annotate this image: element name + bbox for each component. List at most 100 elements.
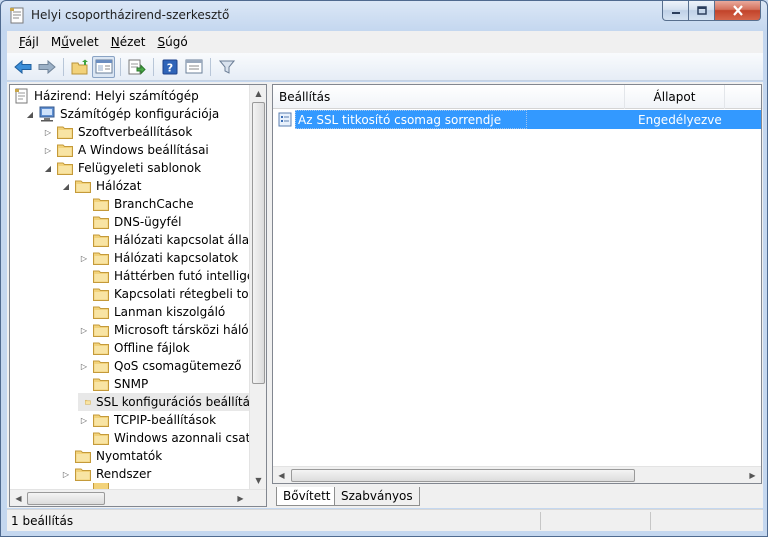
show-hide-tree-button[interactable] — [92, 55, 115, 78]
properties-pane-button[interactable] — [182, 56, 205, 78]
folder-icon — [93, 252, 109, 265]
scrollbar-thumb[interactable] — [27, 492, 105, 505]
back-button[interactable] — [11, 56, 34, 78]
tab-standard[interactable]: Szabványos — [334, 487, 420, 506]
expanded-arrow-icon[interactable]: ◢ — [42, 159, 54, 177]
tree-horizontal-scrollbar[interactable]: ◀ ▶ — [10, 489, 266, 506]
scroll-up-arrow-icon[interactable]: ▲ — [250, 85, 266, 102]
up-folder-icon — [71, 59, 88, 74]
folder-icon — [93, 378, 109, 391]
collapsed-arrow-icon[interactable]: ▷ — [60, 465, 72, 483]
tree-item-policy-root[interactable]: Házirend: Helyi számítógép — [12, 87, 199, 105]
list-horizontal-scrollbar[interactable]: ◀ ▶ — [273, 466, 761, 483]
folder-icon — [93, 324, 109, 337]
list-row[interactable]: Az SSL titkosító csomag sorrendje Engedé… — [273, 110, 761, 129]
tree-item-printers[interactable]: Nyomtatók — [60, 447, 162, 465]
tree-item-label: Számítógép konfigurációja — [60, 107, 220, 121]
column-headers: Beállítás Állapot — [273, 85, 761, 109]
up-level-button[interactable] — [68, 56, 91, 78]
computer-icon — [39, 106, 55, 122]
tree-item-offline-files[interactable]: Offline fájlok — [78, 339, 190, 357]
menu-file[interactable]: Fájl — [13, 35, 45, 49]
menu-view[interactable]: Nézet — [105, 35, 152, 49]
status-pane — [541, 511, 651, 530]
tree-item-peer-networking[interactable]: ▷ Microsoft társközi hálózat — [78, 321, 250, 339]
folder-icon — [93, 432, 109, 445]
column-header-state[interactable]: Állapot — [625, 85, 725, 109]
tree-vertical-scrollbar[interactable]: ▲ ▼ — [249, 85, 266, 489]
tree-item-network-connections[interactable]: ▷ Hálózati kapcsolatok — [78, 249, 238, 267]
folder-icon — [57, 126, 73, 139]
tree-item-system[interactable]: ▷ Rendszer — [60, 465, 151, 483]
maximize-icon — [696, 6, 707, 15]
export-list-button[interactable] — [125, 56, 148, 78]
tree-item-computer-config[interactable]: ◢ Számítógép konfigurációja — [24, 105, 219, 123]
tree-item-ssl-config[interactable]: SSL konfigurációs beállítá — [78, 393, 250, 411]
scroll-left-arrow-icon[interactable]: ◀ — [10, 490, 27, 506]
tree-item-label: Hálózati kapcsolat állapot — [114, 233, 250, 247]
tree-view[interactable]: Házirend: Helyi számítógép ◢ Számítógép … — [10, 85, 250, 489]
menu-help[interactable]: Súgó — [151, 35, 193, 49]
settings-list-pane[interactable]: Beállítás Állapot Az SSL titkosító csoma… — [272, 84, 762, 484]
tree-item-windows-connect-now[interactable]: Windows azonnali csatlak — [78, 429, 250, 447]
folder-icon — [93, 216, 109, 229]
status-bar: 1 beállítás — [7, 509, 763, 531]
tree-item-label: Rendszer — [96, 467, 152, 481]
tree-item-tcpip-settings[interactable]: ▷ TCPIP-beállítások — [78, 411, 216, 429]
tree-item-branchcache[interactable]: BranchCache — [78, 195, 194, 213]
toolbar-separator — [153, 57, 154, 76]
tree-item-admin-templates[interactable]: ◢ Felügyeleti sablonok — [42, 159, 201, 177]
filter-button[interactable] — [215, 56, 238, 78]
status-text: 1 beállítás — [7, 511, 541, 530]
collapsed-arrow-icon[interactable]: ▷ — [78, 411, 90, 429]
menu-bar: Fájl Művelet Nézet Súgó — [7, 31, 763, 53]
tree-item-lanman-server[interactable]: Lanman kiszolgáló — [78, 303, 225, 321]
folder-icon — [75, 468, 91, 481]
view-tabs: Bővített Szabványos — [272, 487, 762, 507]
close-button[interactable] — [715, 1, 761, 21]
scroll-right-arrow-icon[interactable]: ▶ — [744, 467, 761, 483]
folder-icon — [93, 360, 109, 373]
tree-item-qos-scheduler[interactable]: ▷ QoS csomagütemező — [78, 357, 241, 375]
tree-item-label: Kapcsolati rétegbeli topol — [114, 287, 250, 301]
collapsed-arrow-icon[interactable]: ▷ — [42, 123, 54, 141]
scroll-left-arrow-icon[interactable]: ◀ — [273, 467, 290, 483]
tree-item-label: SNMP — [114, 377, 149, 391]
collapsed-arrow-icon[interactable]: ▷ — [42, 141, 54, 159]
tree-item-label: Offline fájlok — [114, 341, 190, 355]
toolbar: ? — [7, 53, 763, 81]
menu-action[interactable]: Művelet — [45, 35, 105, 49]
column-header-setting[interactable]: Beállítás — [273, 85, 625, 109]
tab-extended[interactable]: Bővített — [276, 487, 338, 506]
close-icon — [732, 5, 743, 16]
tree-item-link-layer-topology[interactable]: Kapcsolati rétegbeli topol — [78, 285, 250, 303]
expanded-arrow-icon[interactable]: ◢ — [24, 105, 36, 123]
scrollbar-thumb[interactable] — [291, 469, 635, 482]
toolbar-separator — [63, 57, 64, 76]
collapsed-arrow-icon[interactable]: ▷ — [78, 357, 90, 375]
back-arrow-icon — [13, 59, 31, 74]
tree-item-software-settings[interactable]: ▷ Szoftverbeállítások — [42, 123, 192, 141]
maximize-button[interactable] — [689, 1, 715, 21]
toolbar-separator — [210, 57, 211, 76]
scroll-right-arrow-icon[interactable]: ▶ — [232, 490, 249, 506]
collapsed-arrow-icon[interactable]: ▷ — [78, 321, 90, 339]
forward-button[interactable] — [35, 56, 58, 78]
window-title: Helyi csoportházirend-szerkesztő — [31, 8, 230, 22]
tree-item-network-connectivity-status[interactable]: Hálózati kapcsolat állapot — [78, 231, 250, 249]
collapsed-arrow-icon[interactable]: ▷ — [78, 249, 90, 267]
scrollbar-thumb[interactable] — [252, 102, 265, 384]
tree-item-snmp[interactable]: SNMP — [78, 375, 148, 393]
tree-item-dns-client[interactable]: DNS-ügyfél — [78, 213, 181, 231]
expanded-arrow-icon[interactable]: ◢ — [60, 177, 72, 195]
help-button[interactable]: ? — [158, 56, 181, 78]
minimize-button[interactable] — [662, 1, 689, 21]
tree-item-label: Házirend: Helyi számítógép — [34, 89, 199, 103]
title-bar[interactable]: Helyi csoportházirend-szerkesztő — [1, 1, 767, 31]
tree-item-windows-settings[interactable]: ▷ A Windows beállításai — [42, 141, 209, 159]
tree-item-network[interactable]: ◢ Hálózat — [60, 177, 141, 195]
tree-item-bits[interactable]: Háttérben futó intelligens — [78, 267, 250, 285]
scroll-down-arrow-icon[interactable]: ▼ — [250, 472, 266, 489]
tree-item-label: Hálózati kapcsolatok — [114, 251, 239, 265]
tree-pane[interactable]: Házirend: Helyi számítógép ◢ Számítógép … — [9, 84, 267, 507]
